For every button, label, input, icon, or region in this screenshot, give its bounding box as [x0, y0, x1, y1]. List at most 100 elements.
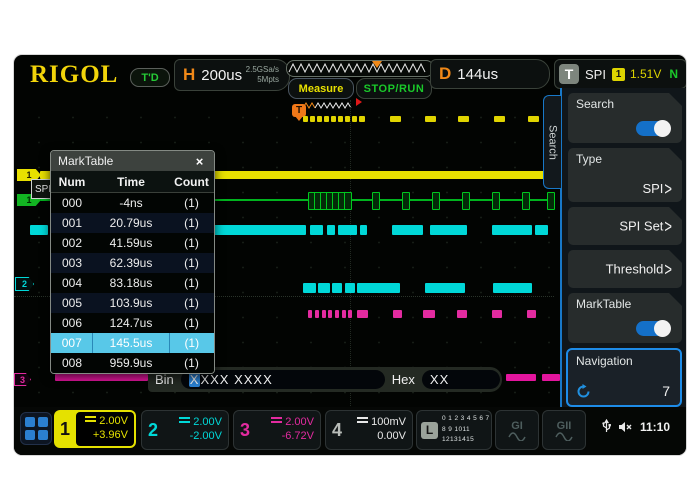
channel-1-offset: +3.96V	[93, 429, 128, 443]
gen2-box[interactable]: GII	[542, 410, 586, 450]
search-panel[interactable]: Search	[568, 93, 682, 143]
close-icon[interactable]: ×	[192, 154, 207, 169]
search-panel-label: Search	[576, 97, 614, 111]
channel-3-box[interactable]: 3 2.00V -6.72V	[233, 410, 321, 450]
mosi-burst-trace	[357, 283, 400, 293]
trigger-status-badge: T'D	[130, 68, 170, 87]
marktable-toggle[interactable]	[636, 321, 670, 336]
logic-channels-box[interactable]: L 0 1 2 3 4 5 6 7 8 9 1011 12131415	[416, 410, 492, 450]
ch3-pulse-trace	[335, 310, 339, 318]
ch3-position-flag[interactable]: 3	[14, 373, 31, 386]
marktable-cell: 62.39us	[93, 253, 169, 273]
chevron-right-icon: >	[664, 178, 672, 199]
search-mark-trace	[324, 116, 329, 122]
dc-coupling-icon	[179, 417, 190, 425]
chevron-right-icon: >	[664, 216, 672, 237]
ch2-data-trace	[327, 225, 335, 235]
bin-label: Bin	[155, 372, 174, 387]
marktable-row[interactable]: 00483.18us(1)	[51, 273, 214, 293]
marktable-cell: 20.79us	[93, 213, 169, 233]
menu-grid-button[interactable]	[20, 412, 52, 445]
marktable-cell: (1)	[169, 333, 214, 353]
t-label: T	[559, 64, 579, 84]
channel-3-scale: 2.00V	[285, 416, 314, 430]
ch2-data-trace	[535, 225, 548, 235]
mosi-burst-trace	[425, 283, 465, 293]
marktable-cell: 002	[51, 233, 93, 253]
delay-panel[interactable]: D 144us	[430, 59, 550, 89]
marktable-cell: 124.7us	[93, 313, 169, 333]
ch3-pulse-trace	[357, 310, 368, 318]
sidebar-tab-search[interactable]: Search	[543, 95, 561, 189]
usb-icon	[602, 419, 611, 434]
dc-coupling-icon	[357, 417, 368, 425]
bin-value: XXX XXXX	[200, 372, 272, 387]
search-mark-trace	[458, 116, 469, 122]
spi-frame-tick	[547, 192, 555, 210]
spi-frame-tick	[432, 192, 440, 210]
ch3-pulse-trace	[393, 310, 402, 318]
navigation-value: 7	[662, 383, 670, 399]
channel-4-box[interactable]: 4 100mV 0.00V	[325, 410, 413, 450]
spi-set-panel[interactable]: SPI Set>	[568, 207, 682, 245]
channel-4-scale: 100mV	[371, 416, 406, 430]
marktable-cell: (1)	[169, 193, 214, 213]
type-panel[interactable]: Type SPI>	[568, 148, 682, 202]
threshold-panel[interactable]: Threshold>	[568, 250, 682, 288]
ch2-data-trace	[360, 225, 367, 235]
clock: 11:10	[640, 420, 670, 434]
ch3-pulse-trace	[315, 310, 319, 318]
search-menu-sidebar: Search Search Type SPI> SPI Set> Thresho…	[560, 88, 686, 448]
timebase-value: 200us	[201, 67, 245, 84]
channel-status-bar: 1 2.00V +3.96V 2 2.00V -2.00V 3 2.00V -6…	[14, 407, 686, 455]
marktable-row[interactable]: 006124.7us(1)	[51, 313, 214, 333]
channel-2-box[interactable]: 2 2.00V -2.00V	[141, 410, 229, 450]
marktable-cell: -4ns	[93, 193, 169, 213]
trigger-panel[interactable]: T SPI 1 1.51V N	[554, 59, 686, 89]
measure-button[interactable]: Measure	[288, 78, 354, 99]
hex-value-field[interactable]: XX	[422, 370, 500, 389]
spi-set-label: SPI Set	[619, 219, 663, 234]
waveform-overview-strip[interactable]	[286, 60, 434, 77]
gen1-box[interactable]: GI	[495, 410, 539, 450]
marktable-row[interactable]: 00241.59us(1)	[51, 233, 214, 253]
marktable-panel[interactable]: MarkTable	[568, 293, 682, 343]
horizontal-timebase-panel[interactable]: H 200us 2.5GSa/s5Mpts	[174, 59, 290, 91]
gen1-label: GI	[511, 420, 523, 432]
ch3-pulse-trace	[457, 310, 467, 318]
mosi-burst-trace	[303, 283, 316, 293]
ch2-position-flag[interactable]: 2	[15, 277, 34, 291]
rigol-logo: RIGOL	[30, 61, 118, 89]
marktable-cell: (1)	[169, 313, 214, 333]
stop-run-button[interactable]: STOP/RUN	[356, 78, 432, 99]
channel-4-offset: 0.00V	[377, 430, 406, 444]
delay-value: 144us	[457, 66, 549, 83]
marktable-row[interactable]: 00362.39us(1)	[51, 253, 214, 273]
marktable-row[interactable]: 008959.9us(1)	[51, 353, 214, 373]
col-time: Time	[93, 171, 169, 192]
trigger-type: SPI	[585, 67, 606, 82]
channel-1-box[interactable]: 1 2.00V +3.96V	[54, 410, 136, 448]
marktable-titlebar[interactable]: MarkTable ×	[51, 151, 214, 171]
spi-frame-tick	[522, 192, 530, 210]
search-mark-trace	[494, 116, 505, 122]
type-panel-label: Type	[576, 152, 602, 166]
ch2-data-trace	[30, 225, 48, 235]
spi-frame-tick	[372, 192, 380, 210]
navigation-panel[interactable]: Navigation 7	[566, 348, 682, 407]
ch3-pulse-trace	[423, 310, 435, 318]
oscilloscope-screen: RIGOL T'D H 200us 2.5GSa/s5Mpts Measure …	[14, 55, 686, 455]
trigger-slope: N	[669, 67, 678, 81]
search-toggle[interactable]	[636, 121, 670, 136]
marktable-row[interactable]: 005103.9us(1)	[51, 293, 214, 313]
marktable-cell: 001	[51, 213, 93, 233]
search-mark-trace	[331, 116, 336, 122]
overview-trigger-marker	[372, 61, 382, 73]
marktable-header: Num Time Count	[51, 171, 214, 193]
marktable-row[interactable]: 00120.79us(1)	[51, 213, 214, 233]
ch2-data-trace	[392, 225, 423, 235]
channel-4-number: 4	[326, 411, 348, 449]
marktable-row[interactable]: 000-4ns(1)	[51, 193, 214, 213]
marktable-row[interactable]: 007145.5us(1)	[51, 333, 214, 353]
search-mark-trace	[303, 116, 308, 122]
